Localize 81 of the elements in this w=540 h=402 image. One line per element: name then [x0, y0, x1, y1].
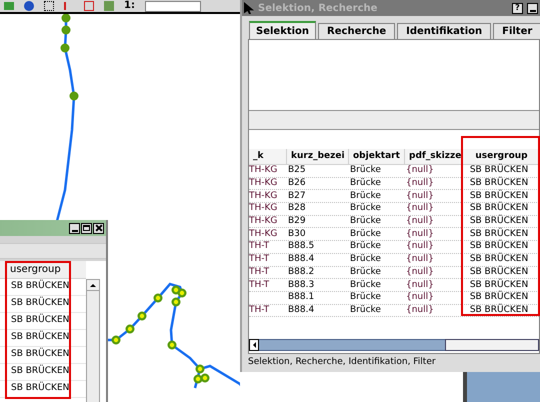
- scale-label: 1:: [124, 1, 135, 11]
- table-cell-text: Brücke: [349, 216, 382, 228]
- table-cell-text: TH-KG: [248, 190, 278, 202]
- table-cell-text: {null}: [405, 178, 435, 190]
- table-cell-text: Brücke: [349, 228, 382, 240]
- help-button[interactable]: ?: [512, 2, 523, 14]
- table-cell-text: SB BRÜCKEN: [468, 292, 530, 304]
- table-cell-text: Brücke: [349, 292, 382, 304]
- table-cell-text: B25: [287, 165, 307, 177]
- table-cell-text: TH-KG: [248, 228, 278, 240]
- table-cell-text: B28: [287, 203, 307, 215]
- table-cell-text: TH-T: [248, 241, 270, 253]
- table-cell-text: SB BRÜCKEN: [468, 178, 530, 190]
- column-header[interactable]: objektart: [349, 149, 405, 164]
- table-cell-text: SB BRÜCKEN: [468, 304, 530, 316]
- table-cell-text: TH-KG: [248, 178, 278, 190]
- table-cell-text: B88.5: [287, 241, 316, 253]
- table-cell-text: B27: [287, 190, 307, 202]
- table-cell-text: TH-KG: [248, 165, 278, 177]
- info-icon[interactable]: [24, 1, 34, 11]
- table-cell-text: Brücke: [349, 254, 382, 266]
- table-cell-text: Brücke: [349, 279, 382, 291]
- table-cell-text: {null}: [405, 304, 435, 316]
- column-header[interactable]: pdf_skizze: [405, 149, 463, 164]
- table-cell-text: B88.1: [287, 292, 316, 304]
- column-header[interactable]: usergroup: [463, 149, 540, 164]
- table-cell-text: SB BRÜCKEN: [468, 216, 530, 228]
- column-header[interactable]: kurz_bezei: [287, 149, 349, 164]
- table-cell-text: SB BRÜCKEN: [468, 254, 530, 266]
- table-cell-text: Brücke: [349, 241, 382, 253]
- table-cell-text: B88.4: [287, 304, 316, 316]
- tab[interactable]: Selektion: [249, 21, 316, 39]
- close-icon[interactable]: [93, 222, 104, 234]
- minimize-icon[interactable]: [69, 222, 80, 234]
- table-cell-text: B88.3: [287, 279, 316, 291]
- table-cell-text: SB BRÜCKEN: [468, 266, 530, 278]
- table-cell-text: {null}: [405, 279, 435, 291]
- table-cell-text: SB BRÜCKEN: [468, 228, 530, 240]
- table-cell-text: TH-KG: [248, 216, 278, 228]
- tab[interactable]: Filter: [493, 23, 540, 39]
- table-cell-text: TH-T: [248, 304, 270, 316]
- table-cell-text: {null}: [405, 190, 435, 202]
- scale-field[interactable]: [144, 0, 201, 12]
- table-cell-text: SB BRÜCKEN: [468, 165, 530, 176]
- table-cell-text: SB BRÜCKEN: [468, 279, 530, 290]
- table-cell-text: {null}: [405, 254, 435, 266]
- table-cell-text: {null}: [405, 203, 435, 215]
- table-cell-text: Brücke: [349, 203, 382, 215]
- table-cell-text: SB BRÜCKEN: [468, 241, 530, 252]
- table-cell-text: {null}: [405, 228, 435, 240]
- table-cell-text: TH-KG: [248, 203, 278, 215]
- table-cell-text: Brücke: [349, 190, 382, 202]
- minimize-icon[interactable]: [527, 2, 538, 14]
- table-cell-text: B29: [287, 216, 307, 228]
- table-cell-text: TH-T: [248, 279, 270, 291]
- table-cell-text: {null}: [405, 266, 435, 278]
- maximize-icon[interactable]: [81, 222, 92, 234]
- table-cell-text: Brücke: [349, 165, 382, 177]
- table-cell-text: {null}: [405, 216, 435, 228]
- table-cell-text: Brücke: [349, 304, 382, 316]
- column-header[interactable]: _k: [249, 149, 287, 164]
- window-title: Selektion, Recherche: [258, 2, 378, 16]
- table-cell-text: B26: [287, 178, 307, 190]
- table-cell-text: {null}: [405, 241, 435, 253]
- table-cell-text: Brücke: [349, 178, 382, 190]
- table-cell-text: B30: [287, 228, 307, 240]
- table-cell-text: SB BRÜCKEN: [468, 203, 530, 214]
- table-cell-text: TH-T: [248, 266, 270, 278]
- table-cell-text: Brücke: [349, 266, 382, 278]
- table-cell-text: {null}: [405, 165, 435, 177]
- table-cell-text: SB BRÜCKEN: [468, 190, 530, 202]
- scroll-left-button[interactable]: [249, 339, 259, 351]
- tab[interactable]: Identifikation: [397, 23, 492, 39]
- table-cell-text: TH-T: [248, 254, 270, 266]
- status-text: Selektion, Recherche, Identifikation, Filter: [248, 356, 437, 370]
- table-cell-text: {null}: [405, 292, 435, 304]
- scroll-thumb[interactable]: [259, 339, 445, 351]
- scroll-up-button[interactable]: [86, 279, 100, 291]
- table-cell-text: B88.2: [287, 266, 316, 278]
- table-cell-text: B88.4: [287, 254, 316, 266]
- tab[interactable]: Recherche: [318, 23, 396, 39]
